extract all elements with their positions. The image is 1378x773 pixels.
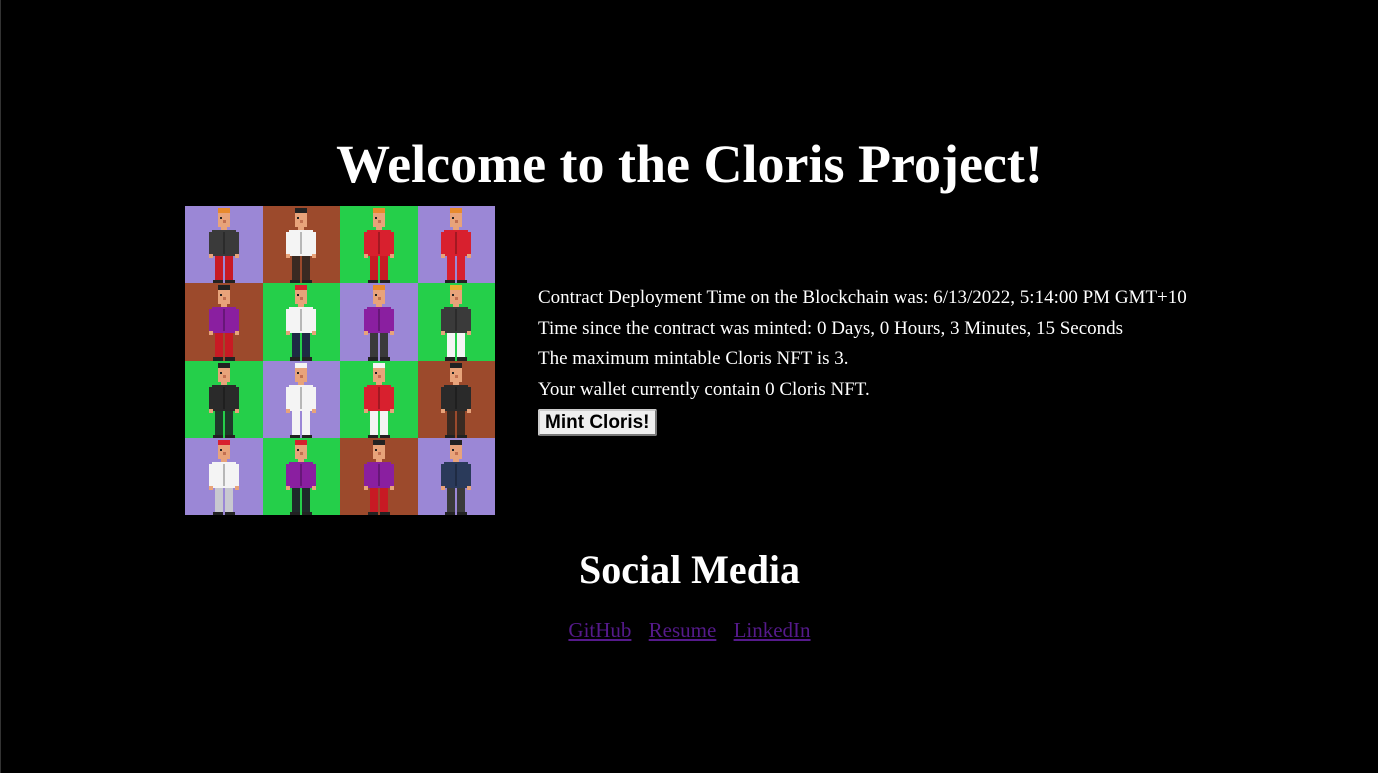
nft-character-tile xyxy=(262,283,340,361)
mint-button[interactable]: Mint Cloris! xyxy=(538,409,657,436)
social-media-heading: Social Media xyxy=(578,547,801,592)
nft-character-tile xyxy=(340,437,418,515)
nft-collage-image xyxy=(185,206,495,515)
nft-character-tile xyxy=(185,360,263,438)
nft-character-tile xyxy=(417,206,495,284)
nft-character-tile xyxy=(340,283,418,361)
linkedin-link[interactable]: LinkedIn xyxy=(734,618,811,642)
wallet-count-text: Your wallet currently contain 0 Cloris N… xyxy=(538,378,870,400)
nft-character-tile xyxy=(262,206,340,284)
resume-link[interactable]: Resume xyxy=(649,618,717,642)
nft-character-tile xyxy=(340,206,418,284)
contract-info-panel: Contract Deployment Time on the Blockcha… xyxy=(538,283,1187,438)
nft-character-tile xyxy=(417,283,495,361)
nft-character-tile xyxy=(417,360,495,438)
nft-character-tile xyxy=(185,206,263,284)
social-links: GitHub Resume LinkedIn xyxy=(1,618,1378,643)
github-link[interactable]: GitHub xyxy=(568,618,631,642)
deployment-time-text: Contract Deployment Time on the Blockcha… xyxy=(538,287,1187,308)
nft-character-tile xyxy=(262,437,340,515)
max-mintable-text: The maximum mintable Cloris NFT is 3. xyxy=(538,348,849,369)
nft-character-tile xyxy=(185,437,263,515)
nft-character-tile xyxy=(340,360,418,438)
page-title: Welcome to the Cloris Project! xyxy=(336,134,1043,194)
nft-character-tile xyxy=(262,360,340,438)
nft-character-tile xyxy=(417,437,495,515)
time-since-minted-text: Time since the contract was minted: 0 Da… xyxy=(538,317,1124,339)
nft-character-tile xyxy=(185,283,263,361)
